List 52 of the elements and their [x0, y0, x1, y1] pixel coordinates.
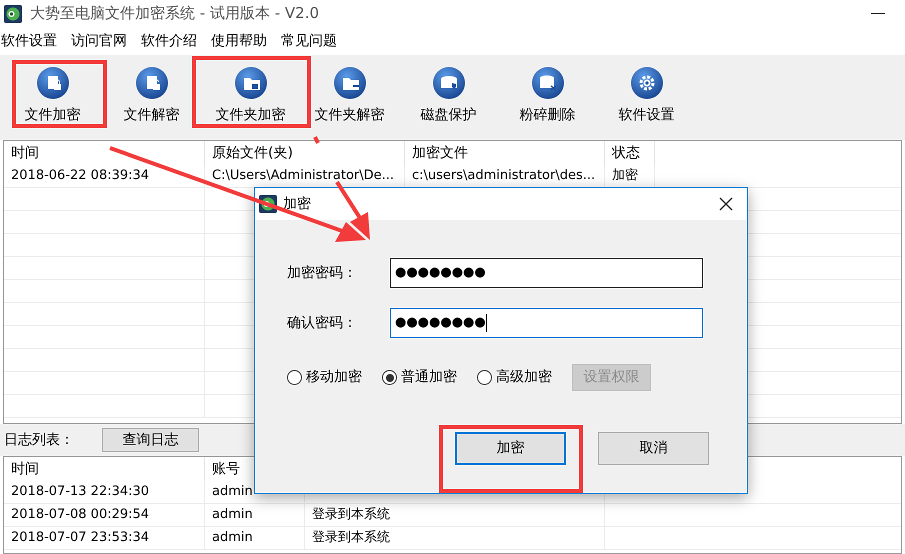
table-cell-text: 2018-07-08 00:29:54 [10, 506, 150, 524]
table-cell-text: 2018-07-07 23:53:34 [10, 529, 150, 548]
column-header[interactable]: 原始文件(夹) [205, 142, 293, 164]
disk-shield-icon [432, 67, 464, 99]
table-cell-text: 2018-06-22 08:39:34 [10, 167, 150, 186]
column-header[interactable]: 时间 [4, 142, 39, 164]
table-cell-text: c:\users\administrator\des... [411, 167, 596, 186]
folder-lock-icon [234, 67, 266, 99]
column-header[interactable]: 状态 [605, 142, 640, 164]
window-title: 大势至电脑文件加密系统 - 试用版本 - V2.0 [30, 3, 320, 24]
dialog-title: 加密 [283, 194, 311, 214]
column-header[interactable]: 时间 [4, 458, 39, 480]
field-label: 确认密码： [287, 314, 358, 332]
table-cell-text: 登录到本系统 [311, 529, 390, 548]
minimize-icon[interactable] [871, 12, 885, 14]
app-logo-icon [4, 4, 22, 22]
table-cell-text: admin [211, 529, 253, 548]
close-icon[interactable] [719, 197, 733, 211]
encryption-mode-radio[interactable]: 高级加密 [477, 367, 552, 388]
menu-item[interactable]: 软件设置 [0, 30, 58, 52]
column-header[interactable]: 账号 [205, 458, 240, 480]
column-header[interactable]: 加密文件 [405, 142, 468, 164]
menu-item[interactable]: 访问官网 [70, 30, 128, 52]
folder-unlock-icon [334, 67, 366, 99]
cancel-button[interactable]: 取消 [598, 432, 709, 465]
toolbar-button[interactable]: 软件设置 [597, 55, 696, 135]
toolbar-button[interactable]: 文件夹解密 [300, 55, 399, 135]
menu-item[interactable]: 常见问题 [280, 30, 338, 52]
menu-item[interactable]: 使用帮助 [210, 30, 268, 52]
encrypt-button[interactable]: 加密 [455, 432, 566, 465]
table-cell-text: admin [211, 483, 253, 502]
menu-item[interactable]: 软件介绍 [140, 30, 198, 52]
table-cell-text: 登录到本系统 [311, 506, 390, 524]
toolbar-button[interactable]: 粉碎删除 [498, 55, 597, 135]
password-field[interactable]: ●●●●●●●● [390, 258, 703, 288]
table-cell-text: 加密 [611, 167, 638, 186]
settings-icon [630, 67, 662, 99]
password-field[interactable]: ●●●●●●●● [390, 308, 703, 338]
query-log-button[interactable]: 查询日志 [102, 428, 199, 452]
file-lock-icon [36, 67, 68, 99]
toolbar-button[interactable]: 磁盘保护 [399, 55, 498, 135]
encryption-mode-radio[interactable]: 移动加密 [287, 367, 362, 388]
log-list-label: 日志列表： [4, 430, 74, 450]
field-label: 加密密码： [287, 264, 358, 282]
table-cell-text: admin [211, 506, 253, 524]
file-unlock-icon [136, 67, 168, 99]
table-cell-text: C:\Users\Administrator\De... [211, 167, 394, 186]
toolbar-button[interactable]: 文件夹加密 [201, 55, 300, 135]
toolbar-button[interactable]: 文件解密 [102, 55, 201, 135]
toolbar-button[interactable]: 文件加密 [3, 55, 102, 135]
table-cell-text: 2018-07-13 22:34:30 [10, 483, 150, 502]
encryption-mode-radio[interactable]: 普通加密 [382, 367, 457, 388]
